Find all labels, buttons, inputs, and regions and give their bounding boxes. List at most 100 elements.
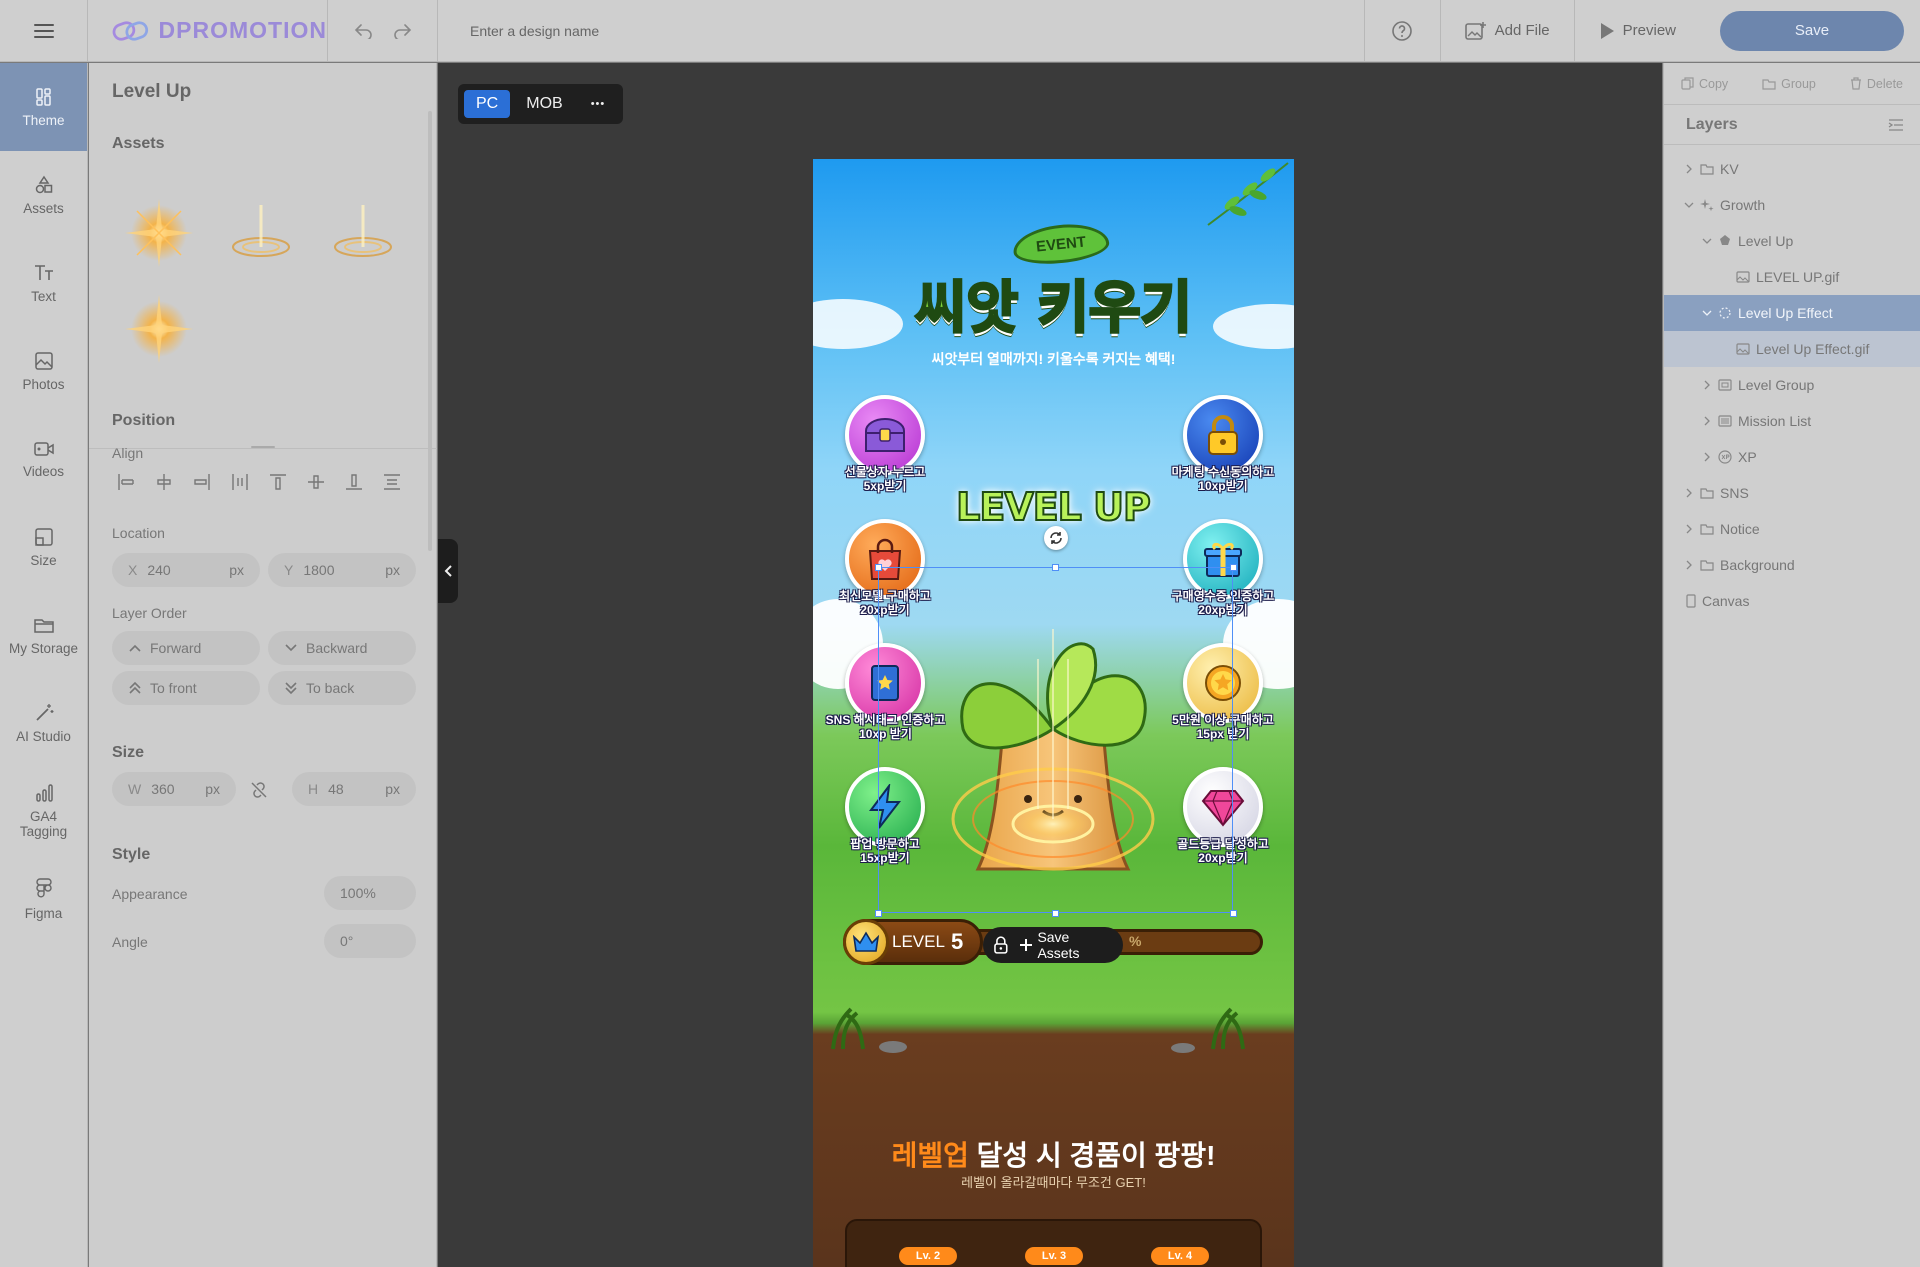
panel-resize-handle[interactable] — [251, 446, 275, 448]
add-file-button[interactable]: Add File — [1439, 0, 1574, 62]
rotate-handle[interactable] — [1044, 526, 1068, 550]
copy-button[interactable]: Copy — [1681, 77, 1728, 91]
undo-icon[interactable] — [354, 23, 374, 39]
nav-my-storage[interactable]: My Storage — [0, 591, 87, 679]
asset-thumbnail[interactable] — [321, 191, 405, 275]
backward-button[interactable]: Backward — [268, 631, 416, 665]
layer-row[interactable]: Canvas — [1664, 583, 1920, 619]
appearance-field[interactable]: 100% — [324, 876, 416, 910]
layer-row[interactable]: KV — [1664, 151, 1920, 187]
layer-row-selected[interactable]: Level Up Effect — [1664, 295, 1920, 331]
x-position-field[interactable]: X 240 px — [112, 553, 260, 587]
panel-scrollbar[interactable] — [428, 111, 432, 551]
help-button[interactable] — [1363, 0, 1440, 62]
lock-icon[interactable] — [993, 936, 1009, 954]
app-logo[interactable]: DPROMOTION — [88, 0, 328, 62]
nav-theme[interactable]: Theme — [0, 63, 87, 151]
distribute-v-button[interactable] — [378, 468, 406, 496]
level-up-text[interactable]: LEVEL UP — [953, 484, 1153, 530]
layer-row[interactable]: LEVEL UP.gif — [1664, 259, 1920, 295]
chevron-down-icon[interactable] — [1702, 236, 1712, 246]
left-navigation: Theme Assets Text Photos Videos Size My … — [0, 63, 88, 1267]
align-right-button[interactable] — [188, 468, 216, 496]
layer-row[interactable]: Mission List — [1664, 403, 1920, 439]
nav-assets[interactable]: Assets — [0, 151, 87, 239]
align-label: Align — [112, 445, 144, 461]
chevron-right-icon[interactable] — [1684, 488, 1694, 498]
nav-photos[interactable]: Photos — [0, 327, 87, 415]
hamburger-menu-button[interactable] — [0, 0, 88, 62]
pc-toggle-button[interactable]: PC — [464, 90, 511, 118]
properties-panel: Level Up Assets Position Align Location … — [89, 63, 437, 1267]
nav-ga4-tagging[interactable]: GA4 Tagging — [0, 767, 87, 855]
layer-row[interactable]: Level Up — [1664, 223, 1920, 259]
collapse-layers-icon[interactable] — [1888, 118, 1904, 132]
resize-handle[interactable] — [1230, 910, 1237, 917]
align-bottom-button[interactable] — [340, 468, 368, 496]
delete-button[interactable]: Delete — [1850, 77, 1903, 91]
crown-icon — [852, 931, 880, 952]
mob-toggle-button[interactable]: MOB — [514, 90, 574, 118]
to-back-button[interactable]: To back — [268, 671, 416, 705]
chevron-right-icon[interactable] — [1684, 524, 1694, 534]
layer-row[interactable]: Growth — [1664, 187, 1920, 223]
save-assets-button[interactable]: Save Assets — [1019, 929, 1113, 961]
chevron-right-icon[interactable] — [1702, 416, 1712, 426]
chevron-right-icon[interactable] — [1684, 164, 1694, 174]
chevron-down-icon[interactable] — [1684, 200, 1694, 210]
asset-thumbnail[interactable] — [219, 191, 303, 275]
resize-handle[interactable] — [875, 910, 882, 917]
width-field[interactable]: W 360 px — [112, 772, 236, 806]
aspect-lock-toggle[interactable] — [247, 778, 271, 802]
distribute-h-button[interactable] — [226, 468, 254, 496]
chevron-right-icon[interactable] — [1702, 452, 1712, 462]
angle-field[interactable]: 0° — [324, 924, 416, 958]
layer-label: Notice — [1720, 521, 1760, 537]
nav-size[interactable]: Size — [0, 503, 87, 591]
resize-handle[interactable] — [1230, 564, 1237, 571]
nav-label: Videos — [22, 463, 65, 479]
layer-row[interactable]: Notice — [1664, 511, 1920, 547]
design-canvas[interactable]: EVENT 씨앗 키우기 씨앗부터 열매까지! 키울수록 커지는 혜택! 선물상… — [813, 159, 1294, 1267]
h-value: 48 — [328, 781, 344, 797]
mission-badge[interactable] — [1183, 395, 1263, 475]
layer-label: SNS — [1720, 485, 1749, 501]
chevron-right-icon[interactable] — [1702, 380, 1712, 390]
layer-row[interactable]: Level Group — [1664, 367, 1920, 403]
layer-row[interactable]: Background — [1664, 547, 1920, 583]
to-front-button[interactable]: To front — [112, 671, 260, 705]
redo-icon[interactable] — [392, 23, 412, 39]
layer-row[interactable]: XP — [1664, 439, 1920, 475]
nav-ai-studio[interactable]: AI Studio — [0, 679, 87, 767]
chevron-down-icon[interactable] — [1702, 308, 1712, 318]
selection-box[interactable] — [878, 567, 1233, 913]
location-label: Location — [112, 525, 165, 541]
save-button[interactable]: Save — [1720, 10, 1904, 51]
group-button[interactable]: Group — [1762, 77, 1816, 91]
align-center-h-button[interactable] — [150, 468, 178, 496]
align-top-button[interactable] — [264, 468, 292, 496]
asset-thumbnail[interactable] — [117, 191, 201, 275]
asset-thumbnail[interactable] — [117, 287, 201, 371]
align-middle-button[interactable] — [302, 468, 330, 496]
prize-heading-rest: 달성 시 경품이 팡팡! — [968, 1140, 1216, 1171]
collapse-panel-button[interactable] — [438, 539, 458, 603]
align-left-button[interactable] — [112, 468, 140, 496]
nav-text[interactable]: Text — [0, 239, 87, 327]
y-position-field[interactable]: Y 1800 px — [268, 553, 416, 587]
nav-videos[interactable]: Videos — [0, 415, 87, 503]
more-options-button[interactable]: ••• — [579, 90, 618, 118]
layer-row[interactable]: Level Up Effect.gif — [1664, 331, 1920, 367]
resize-handle[interactable] — [1052, 910, 1059, 917]
copy-icon — [1681, 77, 1694, 90]
resize-handle[interactable] — [1052, 564, 1059, 571]
layer-row[interactable]: SNS — [1664, 475, 1920, 511]
nav-figma[interactable]: Figma — [0, 855, 87, 943]
chevron-right-icon[interactable] — [1684, 560, 1694, 570]
resize-handle[interactable] — [875, 564, 882, 571]
mission-badge[interactable] — [845, 395, 925, 475]
design-name-input[interactable] — [470, 22, 870, 39]
preview-button[interactable]: Preview — [1573, 0, 1700, 62]
height-field[interactable]: H 48 px — [292, 772, 416, 806]
forward-button[interactable]: Forward — [112, 631, 260, 665]
